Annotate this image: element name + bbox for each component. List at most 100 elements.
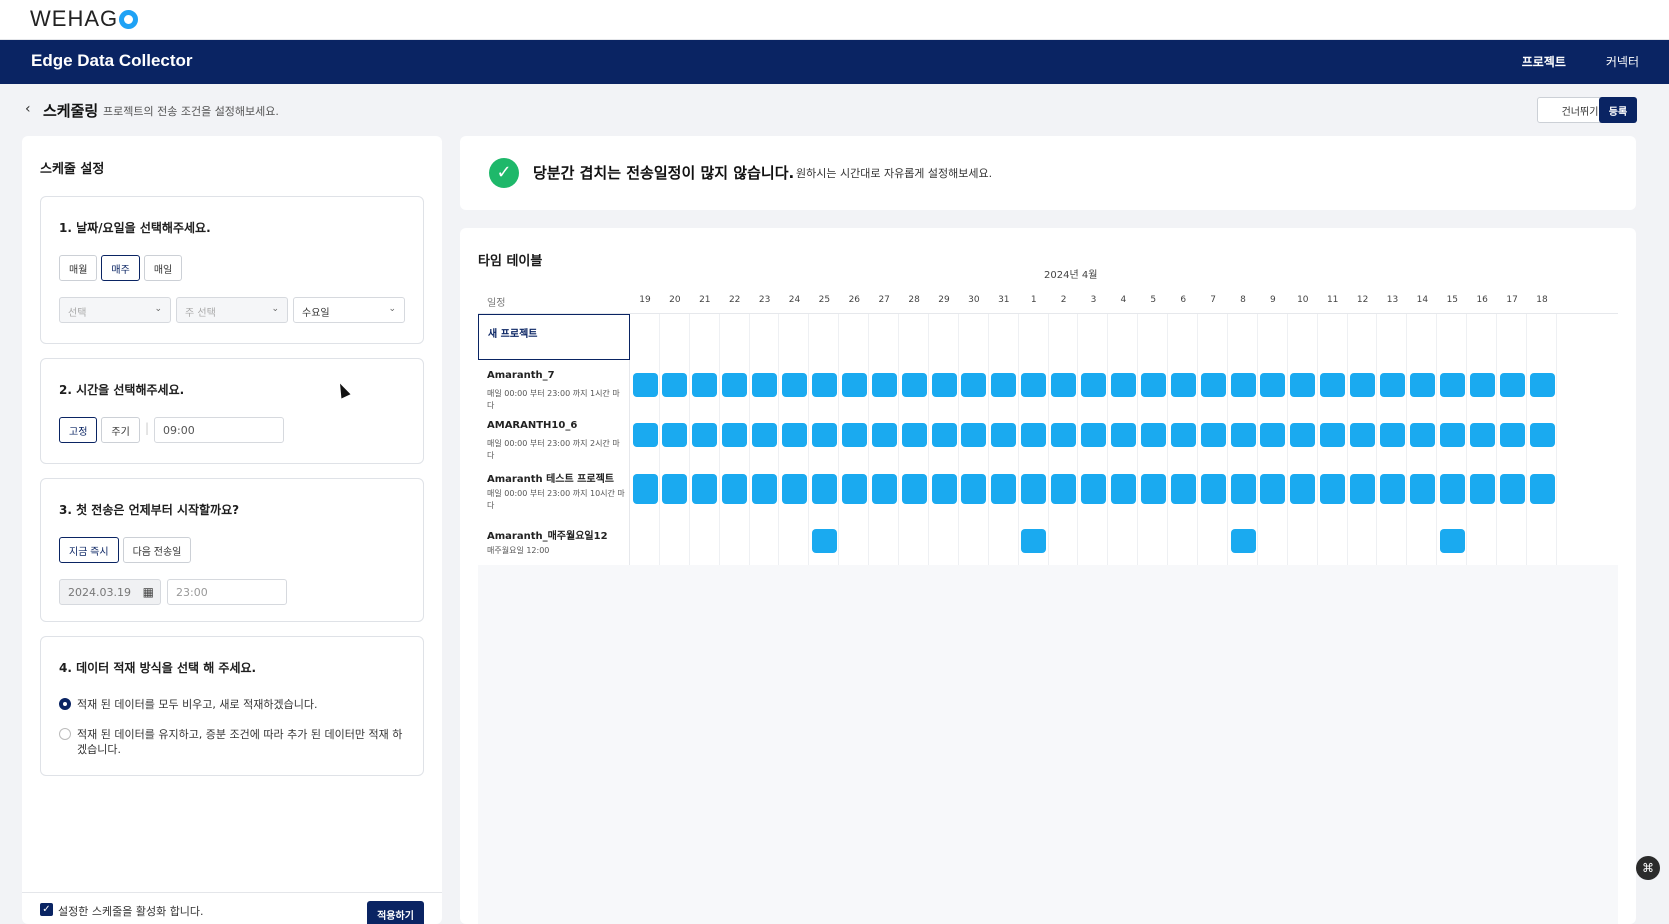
schedule-block[interactable] (1110, 423, 1136, 447)
schedule-block[interactable] (1230, 473, 1256, 504)
schedule-block[interactable] (692, 373, 718, 397)
radio-empty-icon[interactable] (59, 728, 71, 740)
schedule-block[interactable] (1529, 373, 1555, 397)
schedule-block[interactable] (1110, 473, 1136, 504)
schedule-block[interactable] (1021, 423, 1047, 447)
schedule-block[interactable] (1170, 473, 1196, 504)
schedule-block[interactable] (1140, 473, 1166, 504)
schedule-block[interactable] (1260, 473, 1286, 504)
schedule-block[interactable] (1170, 373, 1196, 397)
schedule-block[interactable] (811, 373, 837, 397)
row-label[interactable]: 새 프로젝트 (478, 314, 630, 360)
schedule-block[interactable] (722, 473, 748, 504)
schedule-block[interactable] (1499, 373, 1525, 397)
option-interval[interactable]: 주기 (101, 417, 140, 443)
schedule-block[interactable] (1439, 423, 1465, 447)
checkbox-checked-icon[interactable]: ✓ (40, 903, 53, 916)
schedule-block[interactable] (1021, 373, 1047, 397)
schedule-block[interactable] (1380, 423, 1405, 447)
timetable-row[interactable]: Amaranth_7 매일 00:00 부터 23:00 까지 1시간 마다 (478, 360, 1618, 410)
start-date-input[interactable]: 2024.03.19 ▦ (59, 579, 161, 605)
register-button[interactable]: 등록 (1599, 97, 1637, 123)
timetable-row[interactable]: 새 프로젝트 (478, 314, 1618, 360)
schedule-block[interactable] (1320, 473, 1346, 504)
schedule-block[interactable] (782, 423, 807, 447)
schedule-block[interactable] (1260, 373, 1286, 397)
schedule-block[interactable] (1081, 473, 1106, 504)
schedule-block[interactable] (1409, 473, 1435, 504)
schedule-block[interactable] (931, 423, 957, 447)
schedule-block[interactable] (752, 473, 778, 504)
schedule-block[interactable] (1409, 423, 1435, 447)
schedule-block[interactable] (811, 423, 837, 447)
schedule-block[interactable] (1469, 473, 1495, 504)
schedule-block[interactable] (1469, 373, 1495, 397)
schedule-block[interactable] (632, 373, 658, 397)
schedule-block[interactable] (841, 373, 867, 397)
schedule-block[interactable] (1290, 423, 1316, 447)
schedule-block[interactable] (1081, 423, 1106, 447)
schedule-block[interactable] (692, 473, 718, 504)
schedule-block[interactable] (1469, 423, 1495, 447)
schedule-block[interactable] (1051, 373, 1077, 397)
schedule-block[interactable] (871, 373, 897, 397)
schedule-block[interactable] (1290, 473, 1316, 504)
row-label[interactable]: AMARANTH10_6 매일 00:00 부터 23:00 까지 2시간 마다 (478, 410, 630, 460)
row-label[interactable]: Amaranth_7 매일 00:00 부터 23:00 까지 1시간 마다 (478, 360, 630, 410)
schedule-block[interactable] (961, 373, 987, 397)
schedule-block[interactable] (1140, 423, 1166, 447)
schedule-block[interactable] (961, 423, 987, 447)
schedule-block[interactable] (1350, 423, 1376, 447)
schedule-block[interactable] (1230, 529, 1256, 553)
schedule-block[interactable] (782, 373, 807, 397)
load-option-incremental[interactable]: 적재 된 데이터를 유지하고, 증분 조건에 따라 추가 된 데이터만 적재 하… (59, 727, 404, 757)
schedule-block[interactable] (722, 423, 748, 447)
schedule-block[interactable] (1051, 423, 1077, 447)
schedule-block[interactable] (811, 473, 837, 504)
schedule-block[interactable] (1529, 473, 1555, 504)
app-title[interactable]: Edge Data Collector (31, 51, 193, 71)
schedule-block[interactable] (1380, 473, 1405, 504)
option-monthly[interactable]: 매월 (59, 255, 98, 281)
schedule-block[interactable] (1200, 423, 1226, 447)
schedule-block[interactable] (1439, 373, 1465, 397)
schedule-block[interactable] (1350, 473, 1376, 504)
schedule-block[interactable] (1051, 473, 1077, 504)
calendar-icon[interactable]: ▦ (143, 585, 154, 599)
schedule-block[interactable] (1320, 373, 1346, 397)
nav-project[interactable]: 프로젝트 (1522, 53, 1566, 70)
timetable-row[interactable]: AMARANTH10_6 매일 00:00 부터 23:00 까지 2시간 마다 (478, 410, 1618, 460)
schedule-block[interactable] (901, 423, 927, 447)
schedule-block[interactable] (841, 473, 867, 504)
back-chevron-icon[interactable]: ‹ (25, 101, 31, 117)
option-daily[interactable]: 매일 (143, 255, 183, 281)
schedule-block[interactable] (752, 423, 778, 447)
schedule-block[interactable] (1200, 373, 1226, 397)
schedule-block[interactable] (991, 423, 1017, 447)
schedule-block[interactable] (1499, 423, 1525, 447)
load-option-reset[interactable]: 적재 된 데이터를 모두 비우고, 새로 적재하겠습니다. (59, 697, 404, 712)
time-input[interactable]: 09:00 (154, 417, 284, 443)
assistant-icon[interactable]: ⌘ (1636, 856, 1660, 880)
radio-selected-icon[interactable] (59, 698, 71, 710)
schedule-block[interactable] (1499, 473, 1525, 504)
schedule-block[interactable] (901, 473, 927, 504)
option-next-date[interactable]: 다음 전송일 (122, 537, 192, 563)
schedule-block[interactable] (722, 373, 748, 397)
schedule-block[interactable] (1439, 529, 1465, 553)
schedule-block[interactable] (1320, 423, 1346, 447)
schedule-block[interactable] (811, 529, 837, 553)
schedule-block[interactable] (662, 423, 688, 447)
schedule-block[interactable] (901, 373, 927, 397)
schedule-block[interactable] (1529, 423, 1555, 447)
schedule-block[interactable] (841, 423, 867, 447)
select-weekday[interactable]: 수요일 ⌄ (293, 297, 405, 323)
row-label[interactable]: Amaranth_매주월요일12 매주월요일 12:00 (478, 517, 630, 565)
option-now[interactable]: 지금 즉시 (59, 537, 119, 563)
schedule-block[interactable] (991, 473, 1017, 504)
nav-connector[interactable]: 커넥터 (1606, 53, 1639, 70)
schedule-block[interactable] (632, 473, 658, 504)
timetable-row[interactable]: Amaranth 테스트 프로젝트 매일 00:00 부터 23:00 까지 10… (478, 460, 1618, 517)
schedule-block[interactable] (1170, 423, 1196, 447)
select-week[interactable]: 주 선택 ⌄ (176, 297, 288, 323)
